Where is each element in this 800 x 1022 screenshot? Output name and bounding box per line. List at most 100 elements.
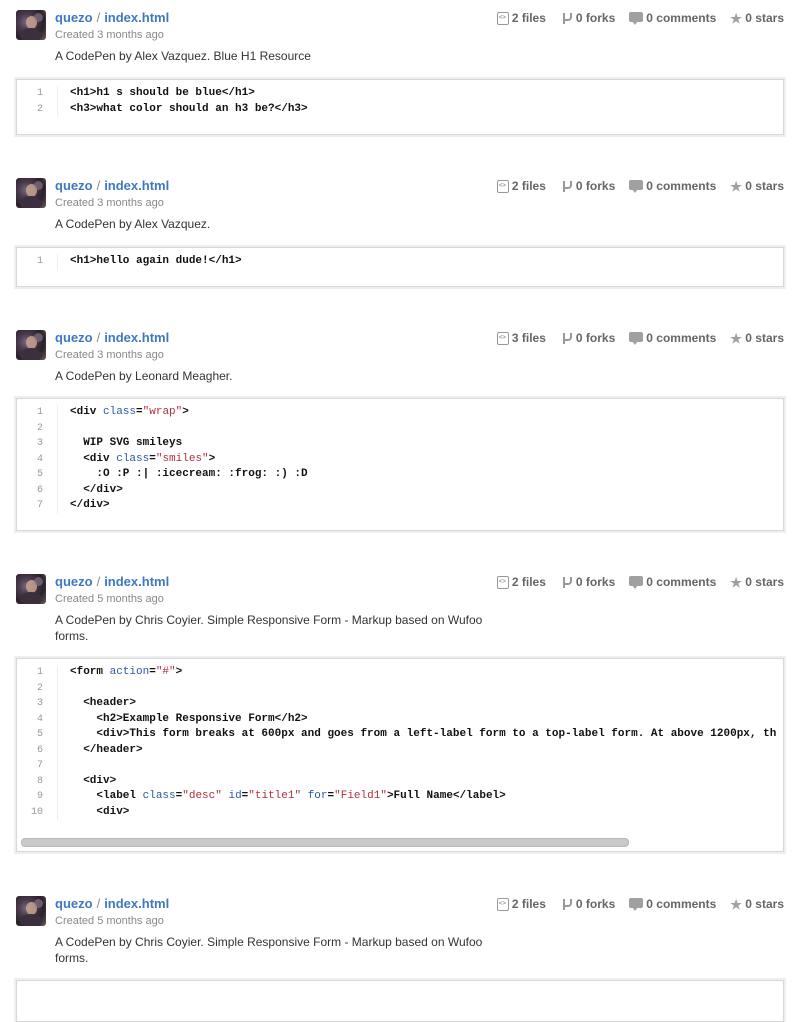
gist-title: quezo / index.html [55, 896, 169, 912]
code-line: 9 <label class="desc" id="title1" for="F… [17, 789, 783, 805]
files-icon [496, 575, 509, 589]
created-time: Created 3 months ago [55, 197, 164, 209]
line-source: WIP SVG smileys [70, 437, 183, 449]
gist-description: A CodePen by Alex Vazquez. [55, 217, 211, 231]
code-line: 2 [17, 680, 783, 696]
code-lines: 1 <form action="#"> 2 3 <header> 4 <h2>Examp… [17, 659, 783, 826]
code-preview[interactable]: 1 <div class="wrap"> 2 3 WIP SVG smileys 4 <… [16, 398, 784, 531]
files-icon [496, 897, 509, 911]
files-count[interactable]: 2 files [496, 178, 546, 194]
code-line: 10 <div> [17, 804, 783, 820]
user-link[interactable]: quezo [55, 896, 93, 911]
fork-icon [560, 576, 573, 589]
line-number: 7 [17, 758, 58, 774]
forks-count[interactable]: 0 forks [560, 330, 615, 346]
created-time: Created 3 months ago [55, 349, 164, 361]
stars-label: 0 stars [745, 897, 784, 911]
file-link[interactable]: index.html [104, 574, 169, 589]
comments-count[interactable]: 0 comments [629, 330, 716, 346]
gist-counts: 2 files 0 forks 0 comments ★0 stars [496, 178, 784, 194]
line-source [58, 421, 70, 437]
comments-count[interactable]: 0 comments [629, 178, 716, 194]
forks-count[interactable]: 0 forks [560, 574, 615, 590]
created-time: Created 5 months ago [55, 593, 164, 605]
fork-icon [560, 898, 573, 911]
comment-icon [629, 898, 644, 911]
stars-count[interactable]: ★ 0 stars [730, 178, 784, 194]
user-link[interactable]: quezo [55, 10, 93, 25]
comments-count[interactable]: 0 comments [629, 896, 716, 912]
star-icon: ★ [730, 896, 742, 912]
title-separator: / [96, 330, 101, 345]
stars-label: 0 stars [745, 575, 784, 589]
file-link[interactable]: index.html [104, 330, 169, 345]
line-number: 2 [17, 101, 58, 117]
avatar[interactable] [16, 896, 46, 926]
line-number: 2 [17, 680, 58, 696]
avatar[interactable] [16, 178, 46, 208]
comment-icon [629, 12, 644, 25]
file-link[interactable]: index.html [104, 896, 169, 911]
user-link[interactable]: quezo [55, 330, 93, 345]
line-number: 7 [17, 498, 58, 514]
line-number: 5 [17, 467, 58, 483]
code-lines: 1 <h1>h1 s should be blue</h1> 2 <h3>what c… [17, 80, 783, 123]
stars-count[interactable]: ★ 0 stars [730, 10, 784, 26]
avatar[interactable] [16, 330, 46, 360]
forks-label: 0 forks [575, 179, 616, 193]
line-source: <h1>h1 s should be blue</h1> [70, 87, 255, 99]
title-separator: / [96, 178, 101, 193]
code-preview[interactable]: 1 <h1>hello again dude!</h1> [16, 247, 784, 287]
star-icon: ★ [730, 178, 742, 194]
forks-label: 0 forks [575, 575, 616, 589]
files-count[interactable]: 2 files [496, 574, 546, 590]
code-line: 7 </div> [17, 498, 783, 514]
forks-count[interactable]: 0 forks [560, 178, 615, 194]
code-preview[interactable]: 1 <form action="#"> 2 3 <header> 4 <h2>Examp… [16, 658, 784, 852]
comments-label: 0 comments [646, 179, 717, 193]
forks-count[interactable]: 0 forks [560, 896, 615, 912]
code-line: 1 <div class="wrap"> [17, 405, 783, 421]
files-count[interactable]: 2 files [496, 10, 546, 26]
code-line: 5 :O :P :| :icecream: :frog: :) :D [17, 467, 783, 483]
forks-count[interactable]: 0 forks [560, 10, 615, 26]
code-line: 4 <h2>Example Responsive Form</h2> [17, 711, 783, 727]
comments-count[interactable]: 0 comments [629, 10, 716, 26]
comments-count[interactable]: 0 comments [629, 574, 716, 590]
code-lines [17, 981, 783, 993]
line-source: :O :P :| :icecream: :frog: :) :D [70, 468, 308, 480]
gist-counts: 3 files 0 forks 0 comments ★0 stars [496, 330, 784, 346]
comment-icon [629, 180, 644, 193]
file-link[interactable]: index.html [104, 178, 169, 193]
code-line: 1 <form action="#"> [17, 665, 783, 681]
stars-label: 0 stars [745, 331, 784, 345]
code-line: 4 <div class="smiles"> [17, 451, 783, 467]
horizontal-scrollbar[interactable] [21, 838, 629, 847]
code-line: 3 <header> [17, 696, 783, 712]
stars-count[interactable]: ★ 0 stars [730, 330, 784, 346]
user-link[interactable]: quezo [55, 574, 93, 589]
created-time: Created 5 months ago [55, 915, 164, 927]
star-icon: ★ [730, 10, 742, 26]
files-count[interactable]: 3 files [496, 330, 546, 346]
file-link[interactable]: index.html [104, 10, 169, 25]
files-count[interactable]: 2 files [496, 896, 546, 912]
stars-count[interactable]: ★ 0 stars [730, 896, 784, 912]
code-line: 2 <h3>what color should an h3 be?</h3> [17, 101, 783, 117]
comments-label: 0 comments [646, 331, 717, 345]
code-preview[interactable]: 1 <h1>h1 s should be blue</h1> 2 <h3>what c… [16, 79, 784, 135]
avatar[interactable] [16, 574, 46, 604]
line-number: 3 [17, 436, 58, 452]
stars-count[interactable]: ★ 0 stars [730, 574, 784, 590]
line-number: 1 [17, 405, 58, 421]
avatar[interactable] [16, 10, 46, 40]
line-number: 4 [17, 711, 58, 727]
comments-label: 0 comments [646, 897, 717, 911]
code-preview[interactable] [16, 980, 784, 1022]
comments-label: 0 comments [646, 575, 717, 589]
user-link[interactable]: quezo [55, 178, 93, 193]
line-source: <div class="wrap"> [70, 406, 189, 418]
line-number: 2 [17, 420, 58, 436]
line-number: 1 [17, 86, 58, 102]
line-source: <div> [70, 805, 130, 818]
